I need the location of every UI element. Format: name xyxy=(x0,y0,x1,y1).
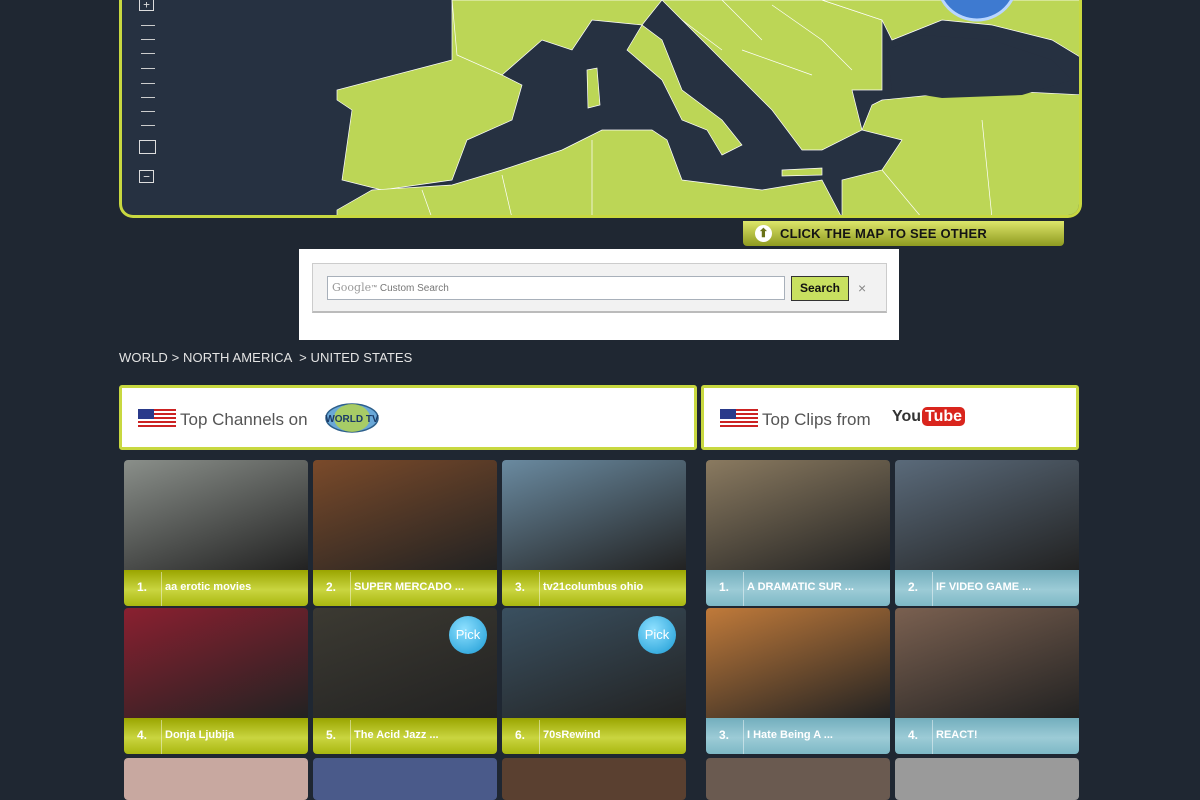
clip-title[interactable]: REACT! xyxy=(936,729,978,741)
panel-title: Top Clips from xyxy=(762,410,871,429)
arrow-up-icon: ⬆ xyxy=(755,225,772,242)
panel-title: Top Channels on xyxy=(180,410,308,429)
channel-title[interactable]: tv21columbus ohio xyxy=(543,581,643,593)
channel-tile-partial[interactable] xyxy=(313,758,497,800)
zoom-level-tick[interactable] xyxy=(141,83,155,84)
channel-rank: 2. xyxy=(326,580,337,594)
search-placeholder: Custom Search xyxy=(379,283,449,294)
clip-rank: 2. xyxy=(908,580,919,594)
us-flag-icon xyxy=(720,409,758,429)
zoom-level-tick[interactable] xyxy=(141,39,155,40)
clip-title[interactable]: IF VIDEO GAME ... xyxy=(936,581,1031,593)
channel-thumbnail[interactable] xyxy=(502,460,686,570)
channel-tile[interactable]: 2. SUPER MERCADO ... xyxy=(313,460,497,606)
youtube-logo[interactable]: You Tube xyxy=(892,407,966,426)
divider xyxy=(350,720,351,754)
channel-title[interactable]: The Acid Jazz ... xyxy=(354,729,439,741)
channel-tile-partial[interactable] xyxy=(124,758,308,800)
youtube-logo-tube: Tube xyxy=(922,407,966,426)
divider xyxy=(743,572,744,606)
divider xyxy=(350,572,351,606)
channel-title[interactable]: 70sRewind xyxy=(543,729,600,741)
clip-thumbnail[interactable] xyxy=(706,608,890,718)
channel-rank: 1. xyxy=(137,580,148,594)
top-clips-header: Top Clips from You Tube xyxy=(701,385,1079,450)
pick-badge: Pick xyxy=(638,616,676,654)
divider xyxy=(932,572,933,606)
clear-search-icon[interactable]: × xyxy=(858,277,866,299)
clip-rank: 3. xyxy=(719,728,730,742)
map-hint-banner: ⬆ CLICK THE MAP TO SEE OTHER COUNTRIES xyxy=(743,221,1064,266)
trademark-sign: ™ xyxy=(371,285,378,291)
clip-tile[interactable]: 1. A DRAMATIC SUR ... xyxy=(706,460,890,606)
divider xyxy=(743,720,744,754)
channel-tile[interactable]: 3. tv21columbus ohio xyxy=(502,460,686,606)
divider xyxy=(539,572,540,606)
channel-rank: 6. xyxy=(515,728,526,742)
zoom-level-tick[interactable] xyxy=(141,125,155,126)
divider xyxy=(161,572,162,606)
divider xyxy=(932,720,933,754)
divider xyxy=(539,720,540,754)
clip-tile[interactable]: 2. IF VIDEO GAME ... xyxy=(895,460,1079,606)
worldtv-logo-icon[interactable]: WORLD TV xyxy=(324,401,380,435)
us-flag-icon xyxy=(138,409,176,429)
clip-tile-partial[interactable] xyxy=(706,758,890,800)
pick-badge: Pick xyxy=(449,616,487,654)
zoom-level-tick[interactable] xyxy=(141,68,155,69)
google-logo: Google xyxy=(332,281,372,294)
search-button[interactable]: Search xyxy=(791,276,849,301)
channel-thumbnail[interactable] xyxy=(313,460,497,570)
channel-tile[interactable]: 6. 70sRewind Pick xyxy=(502,608,686,754)
zoom-in-button[interactable]: + xyxy=(139,0,154,11)
custom-search-box: Google™ Custom Search Search × xyxy=(299,249,899,340)
channel-tile[interactable]: 1. aa erotic movies xyxy=(124,460,308,606)
zoom-level-tick[interactable] xyxy=(141,97,155,98)
world-map[interactable] xyxy=(119,0,1082,218)
clip-rank: 4. xyxy=(908,728,919,742)
top-channels-header: Top Channels on WORLD TV xyxy=(119,385,697,450)
youtube-logo-you: You xyxy=(892,408,922,425)
channel-tile[interactable]: 4. Donja Ljubija xyxy=(124,608,308,754)
channel-title[interactable]: SUPER MERCADO ... xyxy=(354,581,464,593)
channel-thumbnail[interactable] xyxy=(124,460,308,570)
zoom-out-button[interactable]: − xyxy=(139,170,154,183)
search-bar: Google™ Custom Search Search × xyxy=(312,263,887,313)
clip-title[interactable]: A DRAMATIC SUR ... xyxy=(747,581,854,593)
channel-thumbnail[interactable] xyxy=(124,608,308,718)
clip-tile[interactable]: 3. I Hate Being A ... xyxy=(706,608,890,754)
clip-rank: 1. xyxy=(719,580,730,594)
divider xyxy=(161,720,162,754)
europe-map-shapes[interactable] xyxy=(122,0,1082,218)
zoom-level-tick[interactable] xyxy=(141,25,155,26)
clip-thumbnail[interactable] xyxy=(895,608,1079,718)
clip-tile[interactable]: 4. REACT! xyxy=(895,608,1079,754)
zoom-level-tick[interactable] xyxy=(141,111,155,112)
channel-rank: 4. xyxy=(137,728,148,742)
breadcrumb[interactable]: WORLD > NORTH AMERICA > UNITED STATES xyxy=(119,350,412,365)
channel-rank: 3. xyxy=(515,580,526,594)
clip-thumbnail[interactable] xyxy=(895,460,1079,570)
clip-title[interactable]: I Hate Being A ... xyxy=(747,729,833,741)
clip-title-bar[interactable] xyxy=(895,718,1079,754)
zoom-slider-handle[interactable] xyxy=(139,140,156,154)
worldtv-logo-text: WORLD TV xyxy=(325,414,379,425)
clip-tile-partial[interactable] xyxy=(895,758,1079,800)
channel-rank: 5. xyxy=(326,728,337,742)
channel-title[interactable]: Donja Ljubija xyxy=(165,729,234,741)
channel-title[interactable]: aa erotic movies xyxy=(165,581,251,593)
channel-tile[interactable]: 5. The Acid Jazz ... Pick xyxy=(313,608,497,754)
clip-thumbnail[interactable] xyxy=(706,460,890,570)
search-input[interactable]: Google™ Custom Search xyxy=(327,276,785,300)
zoom-level-tick[interactable] xyxy=(141,53,155,54)
channel-tile-partial[interactable] xyxy=(502,758,686,800)
